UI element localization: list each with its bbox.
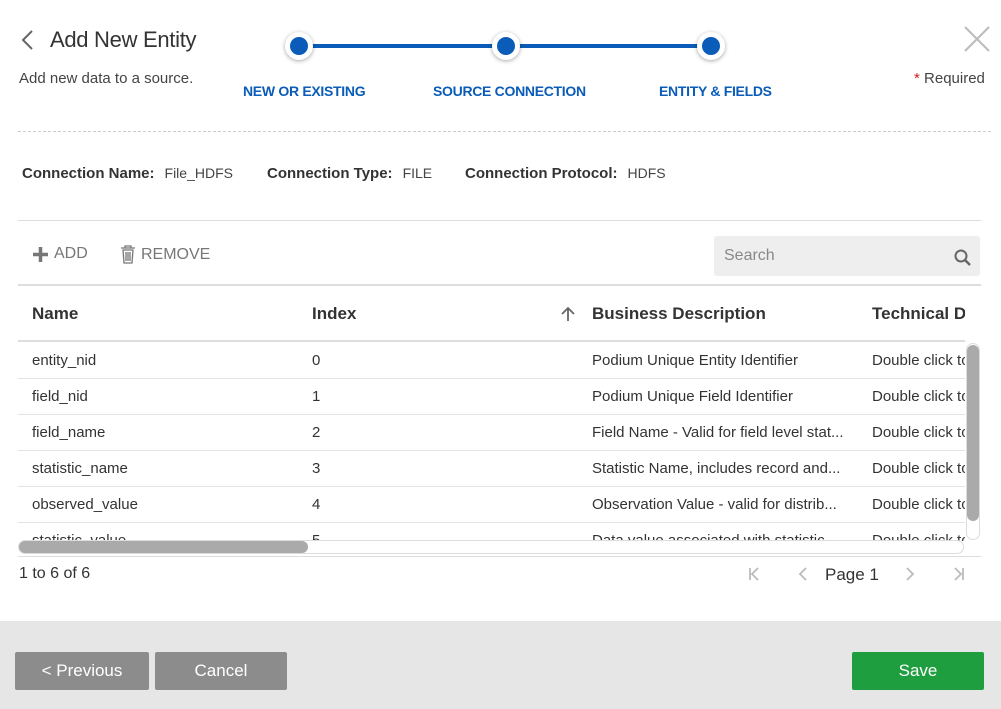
cell-name[interactable]: field_nid — [32, 388, 88, 405]
connection-type: Connection Type: FILE — [267, 165, 433, 182]
cell-business[interactable]: Podium Unique Entity Identifier — [592, 352, 798, 369]
column-header-index[interactable]: Index — [312, 304, 356, 324]
page-indicator: Page 1 — [825, 565, 879, 584]
sort-ascending-icon[interactable] — [561, 306, 575, 322]
column-header-name[interactable]: Name — [32, 304, 78, 324]
table-row[interactable]: field_name 2 Field Name - Valid for field … — [18, 415, 965, 451]
divider — [18, 556, 981, 557]
save-button[interactable]: Save — [852, 652, 984, 690]
table-row[interactable]: statistic_name 3 Statistic Name, includes … — [18, 451, 965, 487]
remove-button[interactable]: REMOVE — [120, 245, 210, 264]
cell-index[interactable]: 4 — [312, 496, 320, 513]
back-chevron-icon[interactable] — [18, 28, 38, 52]
cell-business[interactable]: Observation Value - valid for distrib... — [592, 496, 837, 513]
search-input[interactable] — [714, 236, 980, 276]
step-1-label[interactable]: NEW OR EXISTING — [243, 83, 366, 99]
divider — [18, 220, 981, 221]
search-icon[interactable] — [954, 249, 972, 267]
cell-name[interactable]: entity_nid — [32, 352, 96, 369]
cell-technical[interactable]: Double click to — [872, 388, 965, 405]
cell-business[interactable]: Field Name - Valid for field level stat.… — [592, 424, 843, 441]
required-note: * Required — [914, 70, 985, 87]
step-2-dot — [492, 32, 520, 60]
cell-business[interactable]: Statistic Name, includes record and... — [592, 460, 840, 477]
close-icon[interactable] — [963, 25, 991, 53]
table-header: Name Index Business Description Technica… — [18, 286, 965, 342]
cell-index[interactable]: 3 — [312, 460, 320, 477]
fields-table: Name Index Business Description Technica… — [18, 286, 965, 541]
cell-business[interactable]: Podium Unique Field Identifier — [592, 388, 793, 405]
add-button[interactable]: ADD — [32, 245, 88, 263]
plus-icon — [33, 246, 48, 262]
table-row[interactable]: entity_nid 0 Podium Unique Entity Identifi… — [18, 343, 965, 379]
next-page-icon[interactable] — [904, 567, 916, 581]
step-3-label[interactable]: ENTITY & FIELDS — [659, 83, 772, 99]
step-1-dot — [285, 32, 313, 60]
column-header-technical-description[interactable]: Technical Description — [872, 304, 965, 324]
row-count: 1 to 6 of 6 — [19, 565, 91, 582]
cell-technical[interactable]: Double click to — [872, 460, 965, 477]
cell-technical[interactable]: Double click to — [872, 352, 965, 369]
table-row[interactable]: statistic_value 5 Data value associated wi… — [18, 523, 965, 541]
cell-index[interactable]: 2 — [312, 424, 320, 441]
step-3-dot — [697, 32, 725, 60]
table-row[interactable]: field_nid 1 Podium Unique Field Identifier… — [18, 379, 965, 415]
page-title: Add New Entity — [50, 27, 197, 52]
cell-index[interactable]: 1 — [312, 388, 320, 405]
divider — [18, 131, 991, 132]
footer-bar — [0, 621, 1001, 709]
cell-technical[interactable]: Double click to — [872, 496, 965, 513]
table-row[interactable]: observed_value 4 Observation Value - valid… — [18, 487, 965, 523]
add-label: ADD — [54, 245, 88, 262]
vertical-scrollbar-thumb[interactable] — [967, 345, 979, 521]
column-header-business-description[interactable]: Business Description — [592, 304, 766, 324]
cell-name[interactable]: field_name — [32, 424, 105, 441]
step-2-label[interactable]: SOURCE CONNECTION — [433, 83, 586, 99]
cell-technical[interactable]: Double click to — [872, 424, 965, 441]
cell-name[interactable]: statistic_name — [32, 460, 128, 477]
connection-name: Connection Name: File_HDFS — [22, 165, 233, 182]
cell-index[interactable]: 0 — [312, 352, 320, 369]
first-page-icon[interactable] — [748, 567, 760, 581]
page-subtitle: Add new data to a source. — [19, 70, 194, 87]
previous-page-icon[interactable] — [797, 567, 809, 581]
remove-label: REMOVE — [141, 245, 211, 263]
cancel-button[interactable]: Cancel — [155, 652, 287, 690]
cell-name[interactable]: observed_value — [32, 496, 138, 513]
previous-button[interactable]: < Previous — [15, 652, 149, 690]
trash-icon — [121, 245, 135, 264]
connection-protocol: Connection Protocol: HDFS — [465, 165, 666, 182]
last-page-icon[interactable] — [953, 567, 965, 581]
horizontal-scrollbar-thumb[interactable] — [19, 541, 308, 553]
